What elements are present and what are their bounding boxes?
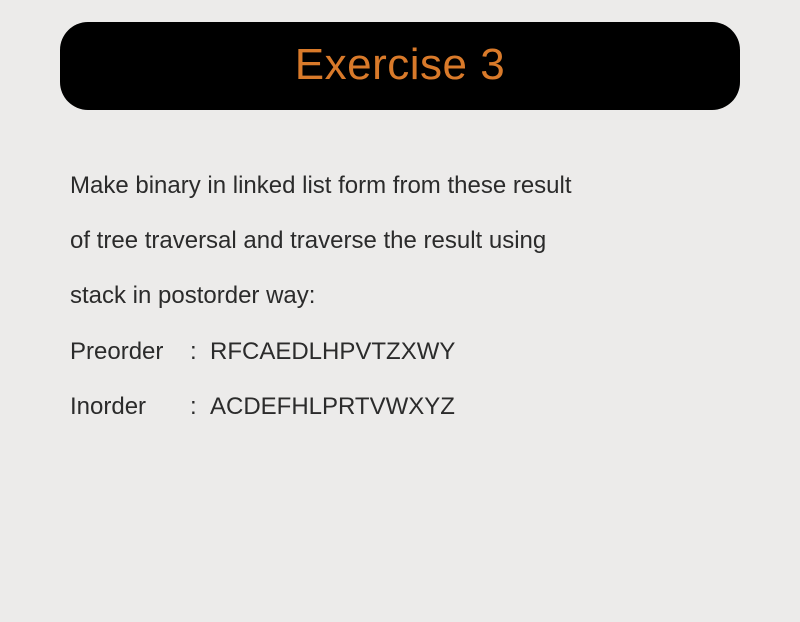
instruction-line: stack in postorder way: — [70, 268, 740, 323]
instruction-line: Make binary in linked list form from the… — [70, 158, 740, 213]
traversal-value: RFCAEDLHPVTZXWY — [210, 324, 455, 379]
traversal-separator: : — [190, 379, 210, 434]
traversal-row: Inorder : ACDEFHLPRTVWXYZ — [70, 379, 740, 434]
traversal-label: Inorder — [70, 379, 190, 434]
traversal-value: ACDEFHLPRTVWXYZ — [210, 379, 455, 434]
title-banner: Exercise 3 — [60, 22, 740, 110]
instruction-line: of tree traversal and traverse the resul… — [70, 213, 740, 268]
traversal-row: Preorder : RFCAEDLHPVTZXWY — [70, 324, 740, 379]
traversal-label: Preorder — [70, 324, 190, 379]
traversal-separator: : — [190, 324, 210, 379]
page-title: Exercise 3 — [60, 40, 740, 90]
exercise-body: Make binary in linked list form from the… — [70, 158, 740, 434]
